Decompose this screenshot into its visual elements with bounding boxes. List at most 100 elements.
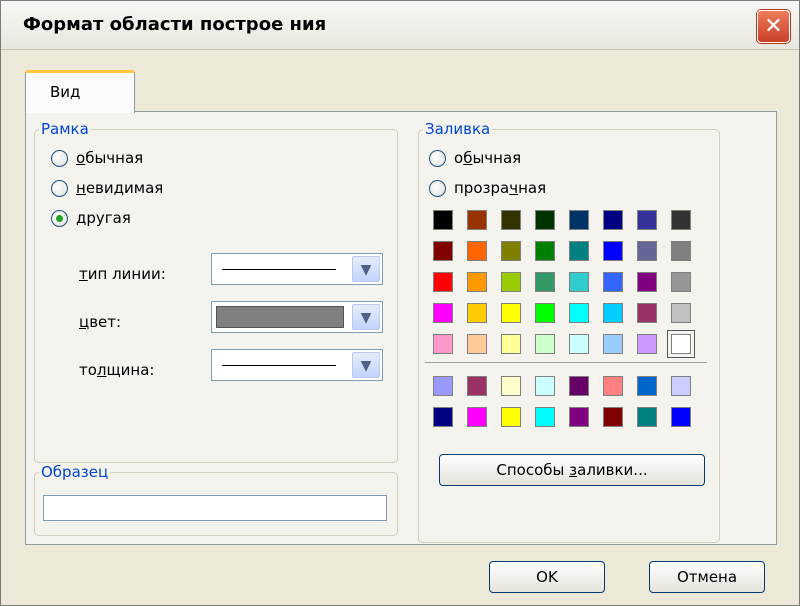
- color-swatch[interactable]: [535, 303, 555, 323]
- thickness-select[interactable]: ▼: [211, 349, 383, 381]
- color-swatch[interactable]: [671, 376, 691, 396]
- color-swatch[interactable]: [467, 210, 487, 230]
- color-swatch[interactable]: [637, 376, 657, 396]
- color-preview: [216, 306, 344, 328]
- frame-group: Рамка обычная невидимая другая тип линии…: [34, 120, 398, 463]
- fill-radio-transparent[interactable]: прозрачная: [429, 176, 546, 200]
- tab-view[interactable]: Вид: [25, 70, 135, 113]
- color-label: цвет:: [79, 313, 122, 331]
- ok-button[interactable]: OK: [489, 561, 605, 593]
- color-swatch[interactable]: [569, 376, 589, 396]
- format-plot-area-dialog: Формат области построе ния ✕ Вид Рамка о…: [0, 0, 800, 606]
- color-swatch[interactable]: [569, 210, 589, 230]
- color-swatch[interactable]: [603, 334, 623, 354]
- color-swatch[interactable]: [637, 303, 657, 323]
- color-swatch[interactable]: [467, 407, 487, 427]
- fill-group: Заливка обычная прозрачная Способы залив…: [418, 120, 720, 543]
- color-swatch[interactable]: [667, 330, 695, 358]
- color-swatch[interactable]: [671, 303, 691, 323]
- chevron-down-icon[interactable]: ▼: [352, 352, 380, 378]
- chevron-down-icon[interactable]: ▼: [352, 256, 380, 282]
- color-swatch[interactable]: [501, 376, 521, 396]
- color-swatch[interactable]: [603, 241, 623, 261]
- color-swatch[interactable]: [501, 407, 521, 427]
- color-swatch[interactable]: [603, 376, 623, 396]
- color-swatch[interactable]: [467, 303, 487, 323]
- color-swatch[interactable]: [535, 407, 555, 427]
- chevron-down-icon[interactable]: ▼: [352, 304, 380, 330]
- color-select[interactable]: ▼: [211, 301, 383, 333]
- color-swatch[interactable]: [671, 241, 691, 261]
- color-swatch[interactable]: [671, 210, 691, 230]
- sample-group: Образец: [34, 463, 398, 536]
- frame-radio-invisible[interactable]: невидимая: [51, 176, 163, 200]
- color-swatch[interactable]: [637, 334, 657, 354]
- color-swatch[interactable]: [569, 272, 589, 292]
- color-swatch[interactable]: [603, 303, 623, 323]
- color-swatch[interactable]: [433, 241, 453, 261]
- tab-view-label: Вид: [50, 83, 81, 101]
- frame-radio-normal[interactable]: обычная: [51, 146, 143, 170]
- color-swatch[interactable]: [637, 272, 657, 292]
- title-bar: Формат области построе ния ✕: [1, 1, 799, 50]
- color-swatch[interactable]: [467, 241, 487, 261]
- color-swatch[interactable]: [603, 210, 623, 230]
- color-swatch[interactable]: [467, 272, 487, 292]
- color-swatch[interactable]: [637, 210, 657, 230]
- color-swatch[interactable]: [433, 303, 453, 323]
- color-swatch[interactable]: [603, 272, 623, 292]
- radio-icon: [51, 179, 68, 197]
- close-icon: ✕: [764, 14, 783, 39]
- color-swatch[interactable]: [637, 241, 657, 261]
- close-button[interactable]: ✕: [757, 10, 790, 43]
- sample-preview: [43, 495, 387, 521]
- frame-group-title: Рамка: [39, 120, 91, 138]
- color-swatch[interactable]: [433, 376, 453, 396]
- color-swatch[interactable]: [671, 407, 691, 427]
- color-swatch[interactable]: [501, 303, 521, 323]
- dialog-title: Формат области построе ния: [23, 14, 327, 35]
- color-swatch[interactable]: [501, 210, 521, 230]
- fill-radio-transparent-label: прозрачная: [454, 179, 547, 197]
- color-swatch[interactable]: [433, 334, 453, 354]
- line-type-label: тип линии:: [79, 265, 166, 283]
- line-type-select[interactable]: ▼: [211, 253, 383, 285]
- color-swatch[interactable]: [603, 407, 623, 427]
- radio-checked-icon: [51, 209, 68, 227]
- color-swatch[interactable]: [535, 272, 555, 292]
- color-swatch[interactable]: [433, 407, 453, 427]
- color-swatch[interactable]: [569, 407, 589, 427]
- line-style-preview: [222, 269, 336, 270]
- color-swatch[interactable]: [637, 407, 657, 427]
- frame-radio-custom[interactable]: другая: [51, 206, 131, 230]
- color-swatch[interactable]: [671, 272, 691, 292]
- color-swatch[interactable]: [535, 241, 555, 261]
- color-swatch[interactable]: [535, 210, 555, 230]
- color-swatch[interactable]: [501, 272, 521, 292]
- radio-icon: [429, 149, 446, 167]
- cancel-button[interactable]: Отмена: [649, 561, 765, 593]
- sample-group-title: Образец: [39, 463, 111, 481]
- thickness-label: толщина:: [79, 361, 155, 379]
- radio-icon: [429, 179, 446, 197]
- tab-panel: Рамка обычная невидимая другая тип линии…: [25, 111, 777, 545]
- color-swatch[interactable]: [569, 241, 589, 261]
- color-swatch[interactable]: [501, 241, 521, 261]
- color-swatch[interactable]: [433, 272, 453, 292]
- color-swatch[interactable]: [535, 334, 555, 354]
- line-weight-preview: [222, 365, 336, 366]
- fill-group-title: Заливка: [423, 120, 493, 138]
- color-swatch[interactable]: [467, 334, 487, 354]
- color-swatch[interactable]: [433, 210, 453, 230]
- color-swatch[interactable]: [501, 334, 521, 354]
- radio-icon: [51, 149, 68, 167]
- palette-divider: [425, 362, 707, 363]
- fill-effects-button[interactable]: Способы заливки...: [439, 454, 705, 486]
- color-swatch[interactable]: [569, 334, 589, 354]
- frame-radio-invisible-label: невидимая: [76, 179, 164, 197]
- fill-radio-normal-label: обычная: [454, 149, 522, 167]
- fill-radio-normal[interactable]: обычная: [429, 146, 521, 170]
- color-swatch[interactable]: [569, 303, 589, 323]
- color-swatch[interactable]: [467, 376, 487, 396]
- color-swatch[interactable]: [535, 376, 555, 396]
